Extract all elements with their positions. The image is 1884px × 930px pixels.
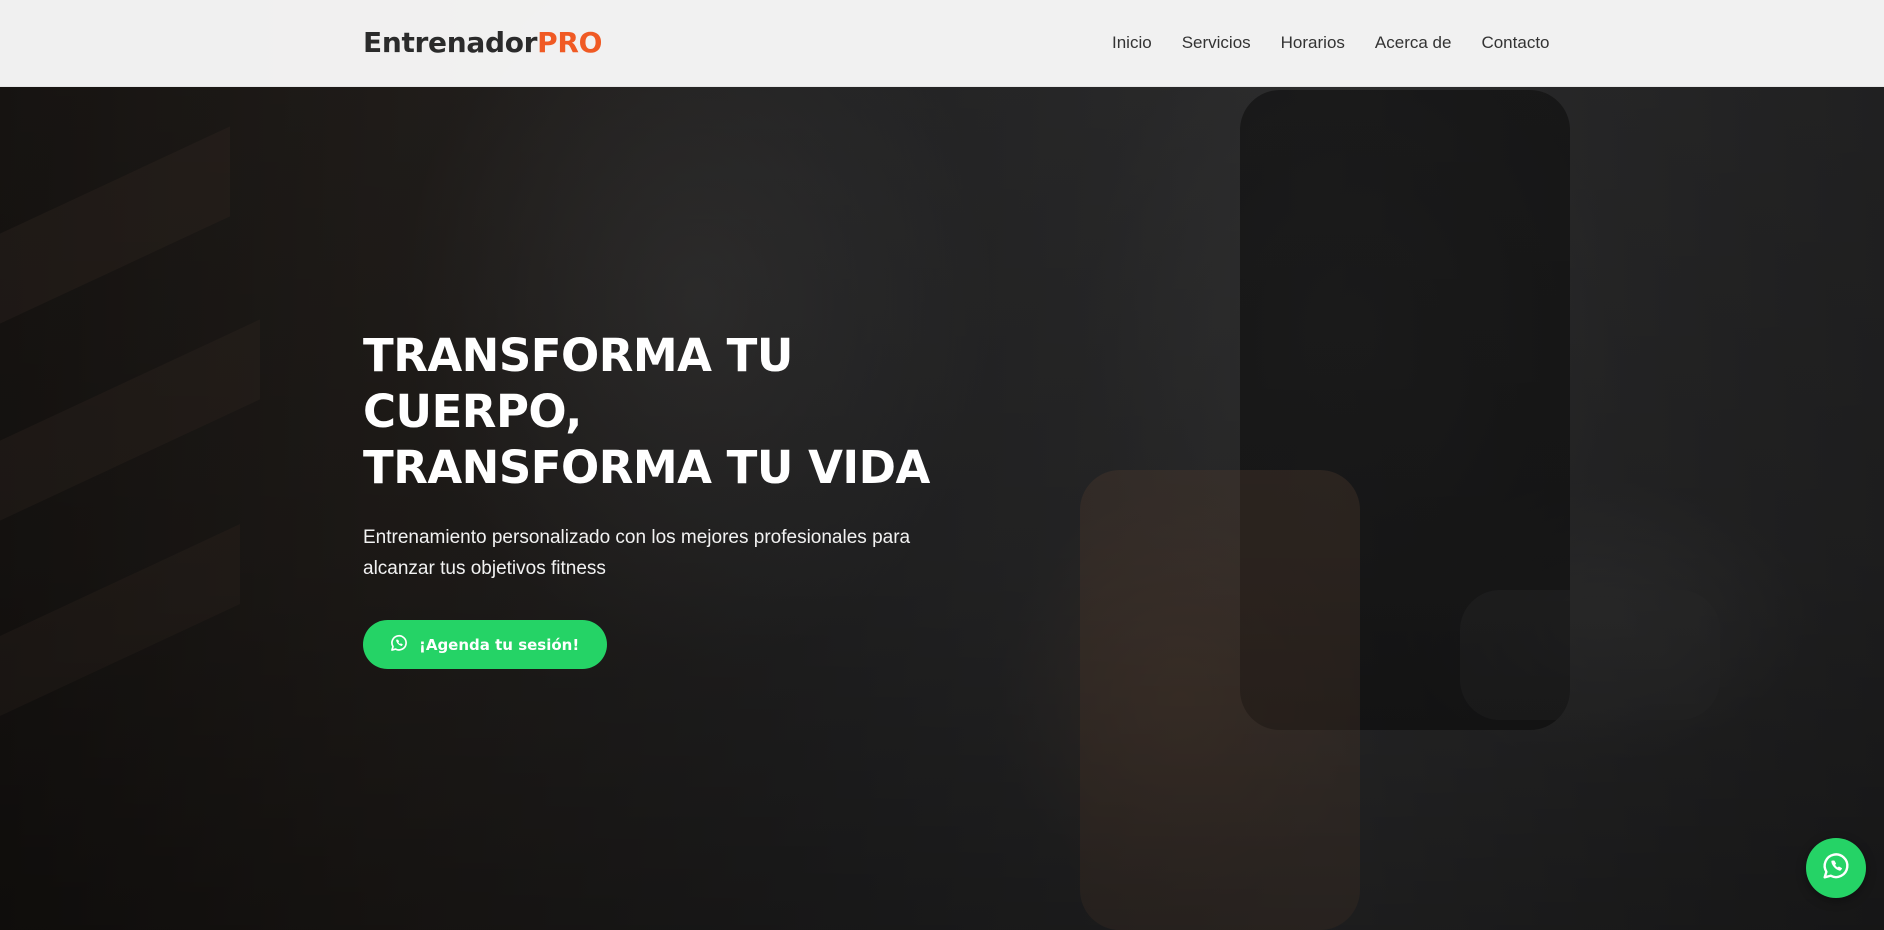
nav-link-horarios[interactable]: Horarios	[1281, 33, 1345, 53]
nav-links: Inicio Servicios Horarios Acerca de Cont…	[1112, 33, 1550, 53]
hero-title-line-1: TRANSFORMA TU CUERPO,	[363, 329, 793, 438]
hero-title-line-2: TRANSFORMA TU VIDA	[363, 441, 930, 494]
nav-link-inicio[interactable]: Inicio	[1112, 33, 1152, 53]
athlete-silhouette	[1080, 470, 1360, 930]
agenda-sesion-button[interactable]: ¡Agenda tu sesión!	[363, 620, 608, 669]
nav-link-servicios[interactable]: Servicios	[1182, 33, 1251, 53]
wall-panel	[0, 319, 260, 521]
hero-title: TRANSFORMA TU CUERPO, TRANSFORMA TU VIDA	[363, 328, 1003, 496]
wall-panel	[0, 524, 240, 716]
hero-content: TRANSFORMA TU CUERPO, TRANSFORMA TU VIDA…	[363, 328, 1003, 669]
floating-whatsapp-button[interactable]	[1806, 838, 1866, 898]
page: EntrenadorPRO Inicio Servicios Horarios …	[0, 0, 1884, 930]
brand-name: Entrenador	[363, 26, 538, 59]
navbar: EntrenadorPRO Inicio Servicios Horarios …	[0, 0, 1884, 87]
whatsapp-icon	[1820, 850, 1852, 887]
brand-logo[interactable]: EntrenadorPRO	[363, 26, 602, 59]
brand-accent: PRO	[537, 26, 603, 59]
nav-link-acerca-de[interactable]: Acerca de	[1375, 33, 1452, 53]
wall-panel	[0, 126, 230, 324]
whatsapp-icon	[389, 633, 409, 657]
nav-link-contacto[interactable]: Contacto	[1481, 33, 1549, 53]
hero-subtitle: Entrenamiento personalizado con los mejo…	[363, 527, 911, 579]
trainer-silhouette	[1240, 90, 1570, 730]
agenda-sesion-label: ¡Agenda tu sesión!	[419, 635, 580, 654]
background-athlete-silhouette	[1460, 590, 1720, 720]
